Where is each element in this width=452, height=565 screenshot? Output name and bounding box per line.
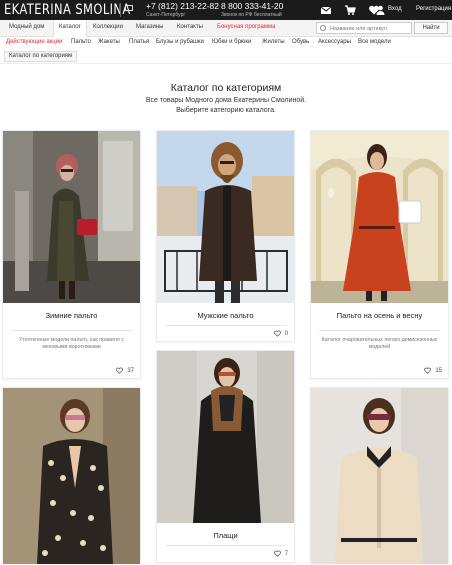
likes-counter[interactable]: 15 <box>424 367 442 374</box>
cart-icon[interactable] <box>344 4 356 16</box>
page-subtitle: Все товары Модного дома Екатерины Смолин… <box>0 96 452 116</box>
likes-count: 7 <box>284 550 288 557</box>
card-divider <box>165 545 286 546</box>
autumn-spring-coats-photo[interactable] <box>311 131 448 303</box>
brand-logo[interactable]: EKATERINA SMOLINA <box>4 2 131 18</box>
heart-outline-icon <box>424 367 432 374</box>
breadcrumb[interactable]: Каталог по категориям <box>4 51 78 62</box>
nav-contacts[interactable]: Контакты <box>177 24 203 30</box>
phone-spb-city: Санкт-Петербург <box>146 12 186 18</box>
cat-accessories[interactable]: Аксессуары <box>318 39 351 45</box>
likes-count: 0 <box>284 330 288 337</box>
heart-outline-icon <box>273 330 281 337</box>
card-description: Утепленные модели пальто, как правило с … <box>19 337 124 350</box>
card-divider <box>11 330 132 331</box>
phone-mail-icon <box>125 5 133 11</box>
category-card-dresses[interactable] <box>2 387 141 564</box>
nav-bonus[interactable]: Бонусная программа <box>217 24 275 30</box>
category-bar: Действующие акции Пальто Жакеты Платья Б… <box>0 37 452 50</box>
nav-collections[interactable]: Коллекции <box>93 24 123 30</box>
mail-icon[interactable] <box>320 4 332 16</box>
nav-catalog[interactable]: Каталог <box>53 20 87 37</box>
card-divider <box>319 330 440 331</box>
cat-vests[interactable]: Жилеты <box>262 39 285 45</box>
likes-counter[interactable]: 7 <box>273 550 288 557</box>
cat-shoes[interactable]: Обувь <box>292 39 309 45</box>
category-card-raincoats[interactable]: Плащи 7 <box>156 350 295 563</box>
likes-count: 37 <box>127 367 134 374</box>
cat-promos[interactable]: Действующие акции <box>6 39 62 45</box>
user-icon[interactable] <box>376 5 385 15</box>
header-icons <box>320 4 380 16</box>
likes-counter[interactable]: 37 <box>116 367 134 374</box>
main-nav: Модный дом Каталог Коллекции Магазины Ко… <box>0 20 452 37</box>
winter-coats-photo[interactable] <box>3 131 140 303</box>
nav-fashion-house[interactable]: Модный дом <box>9 24 44 30</box>
heart-outline-icon <box>116 367 124 374</box>
phone-free[interactable]: 8 800 333-41-20 <box>221 1 283 11</box>
card-description: Каталог очаровательных легких демисезонн… <box>321 337 438 350</box>
category-card-autumn-spring-coats[interactable]: Пальто на осень и весну Каталог очароват… <box>310 130 449 379</box>
logo-divider <box>120 3 121 17</box>
card-name[interactable]: Мужские пальто <box>157 311 294 320</box>
search-button[interactable]: Найти <box>414 22 448 34</box>
cat-coats[interactable]: Пальто <box>71 39 91 45</box>
page-subtitle-line-2: Выберите категорию каталога. <box>176 107 276 114</box>
likes-count: 15 <box>435 367 442 374</box>
search-icon <box>320 25 326 31</box>
nav-stores[interactable]: Магазины <box>136 24 163 30</box>
category-card-winter-coats[interactable]: Зимние пальто Утепленные модели пальто, … <box>2 130 141 379</box>
phone-free-note: Звонок по РФ бесплатный <box>221 12 282 18</box>
phone-spb[interactable]: +7 (812) 213-22-82 <box>146 1 219 11</box>
cat-skirts[interactable]: Юбки и брюки <box>212 39 251 45</box>
cat-jackets[interactable]: Жакеты <box>98 39 120 45</box>
category-card-blouses[interactable] <box>310 387 449 564</box>
card-divider <box>165 325 286 326</box>
divider <box>0 63 452 64</box>
page-subtitle-line-1: Все товары Модного дома Екатерины Смолин… <box>145 97 307 104</box>
login-link[interactable]: Вход <box>388 6 402 12</box>
top-header: EKATERINA SMOLINA +7 (812) 213-22-82 Сан… <box>0 0 452 20</box>
card-name[interactable]: Пальто на осень и весну <box>311 311 448 320</box>
likes-counter[interactable]: 0 <box>273 330 288 337</box>
page-title: Каталог по категориям <box>170 82 282 94</box>
search-box <box>316 22 412 34</box>
dresses-photo[interactable] <box>3 388 140 564</box>
category-card-mens-coats[interactable]: Мужские пальто 0 <box>156 130 295 342</box>
register-link[interactable]: Регистрация <box>416 6 451 12</box>
cat-blouses[interactable]: Блузы и рубашки <box>156 39 204 45</box>
mens-coats-photo[interactable] <box>157 131 294 303</box>
cat-dresses[interactable]: Платья <box>129 39 149 45</box>
cat-all-models[interactable]: Все модели <box>358 39 391 45</box>
blouses-photo[interactable] <box>311 388 448 564</box>
card-name[interactable]: Зимние пальто <box>3 311 140 320</box>
card-name[interactable]: Плащи <box>157 531 294 540</box>
raincoats-photo[interactable] <box>157 351 294 523</box>
search-input[interactable] <box>330 24 410 33</box>
heart-outline-icon <box>273 550 281 557</box>
